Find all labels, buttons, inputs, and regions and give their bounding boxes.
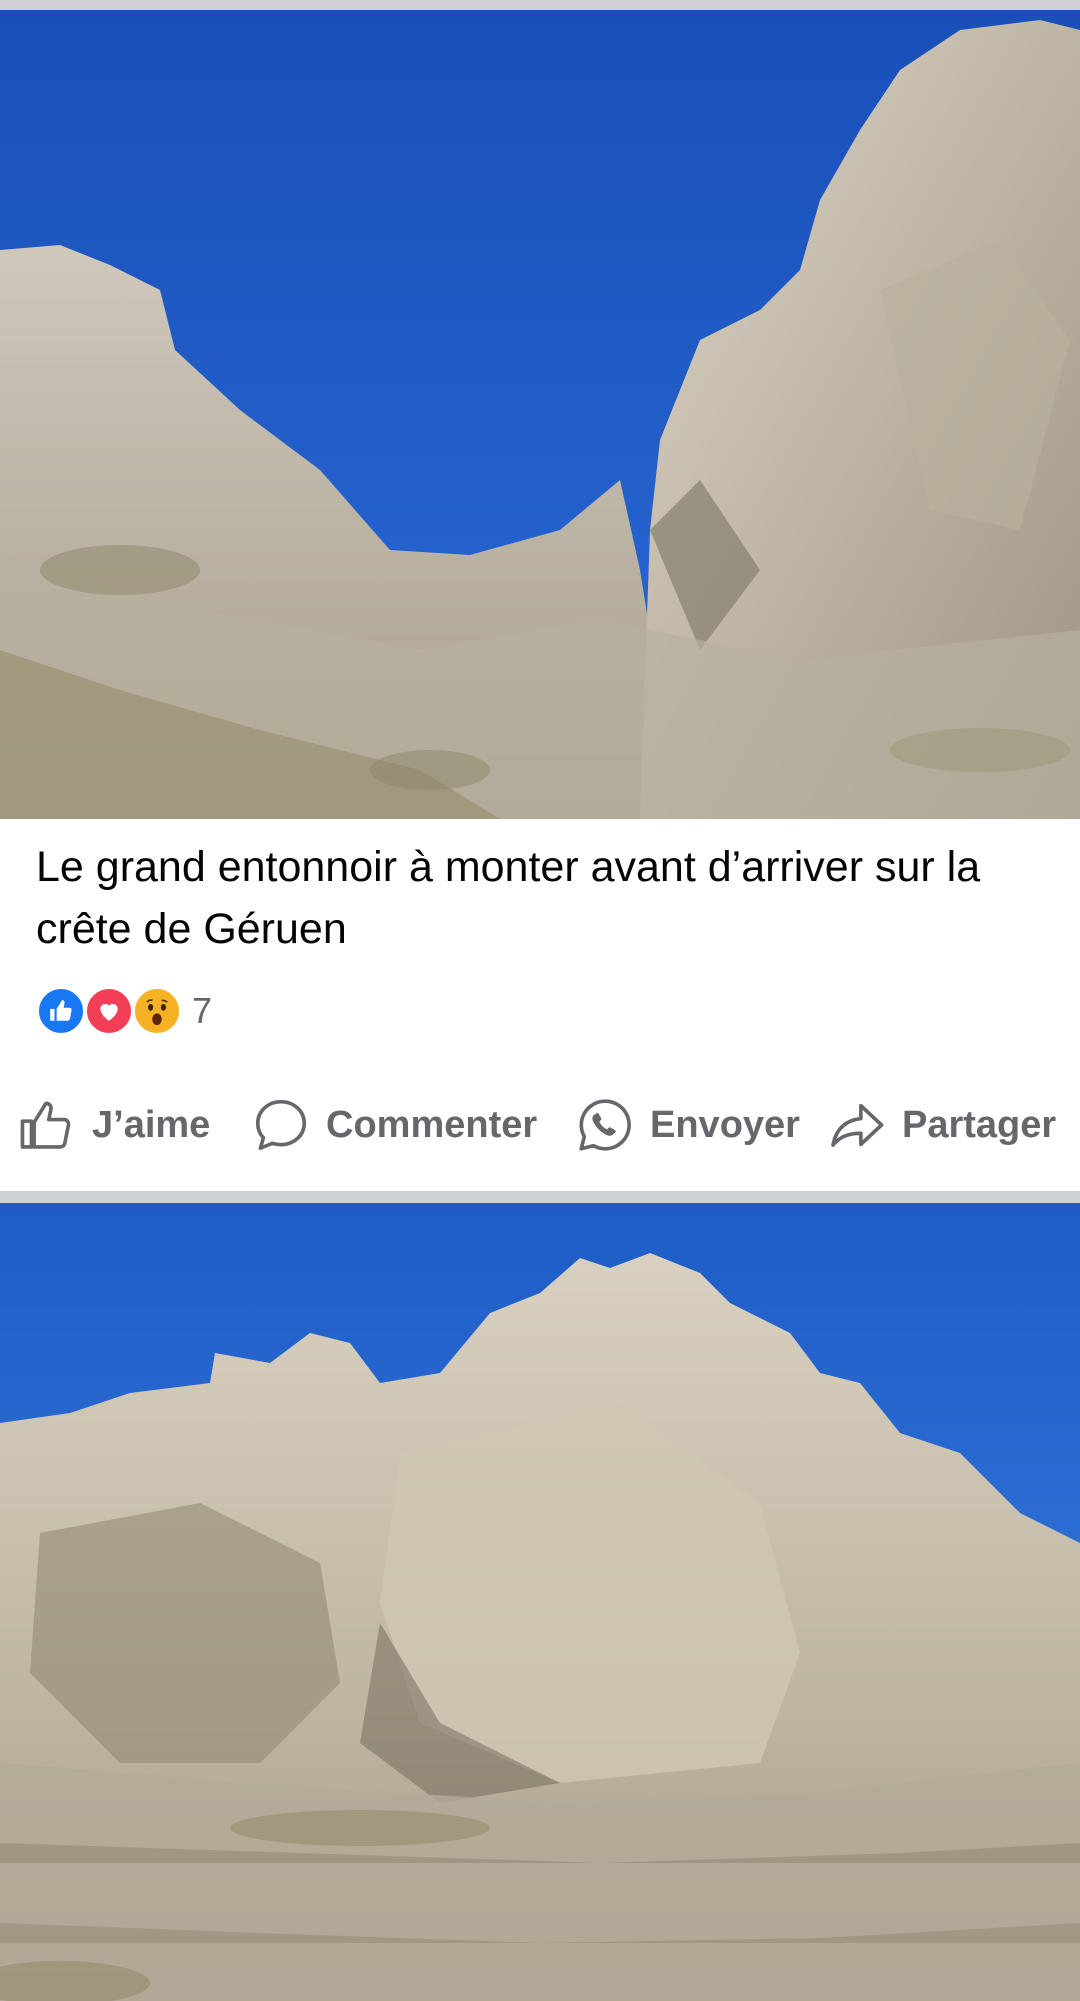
like-button[interactable]: J’aime — [16, 1085, 210, 1165]
like-reaction-icon — [36, 986, 86, 1036]
top-divider — [0, 0, 1080, 10]
like-label: J’aime — [92, 1103, 211, 1146]
whatsapp-icon — [579, 1099, 631, 1151]
share-label: Partager — [902, 1103, 1057, 1146]
share-arrow-icon — [831, 1103, 884, 1147]
reaction-count: 7 — [192, 990, 213, 1031]
send-label: Envoyer — [650, 1103, 800, 1146]
post-divider — [0, 1191, 1080, 1203]
post-actions-bar: J’aime Commenter Envoyer Partager — [0, 1085, 1080, 1165]
mountain-funnel-photo — [0, 10, 1080, 819]
wow-reaction-icon — [132, 986, 182, 1036]
thumbs-up-icon — [20, 1101, 71, 1149]
feed: Le grand entonnoir à monter avant d’arri… — [0, 0, 1080, 2001]
comment-bubble-icon — [255, 1099, 307, 1151]
post-photo-2[interactable] — [0, 1203, 1080, 2001]
rock-cliff-photo — [0, 1203, 1080, 2001]
comment-button[interactable]: Commenter — [250, 1085, 537, 1165]
reactions-summary[interactable]: 7 — [36, 986, 212, 1036]
post-caption: Le grand entonnoir à monter avant d’arri… — [36, 843, 981, 953]
send-button[interactable]: Envoyer — [574, 1085, 800, 1165]
comment-label: Commenter — [326, 1103, 538, 1146]
love-reaction-icon — [84, 986, 134, 1036]
share-button[interactable]: Partager — [826, 1085, 1056, 1165]
post-photo-1[interactable] — [0, 10, 1080, 819]
